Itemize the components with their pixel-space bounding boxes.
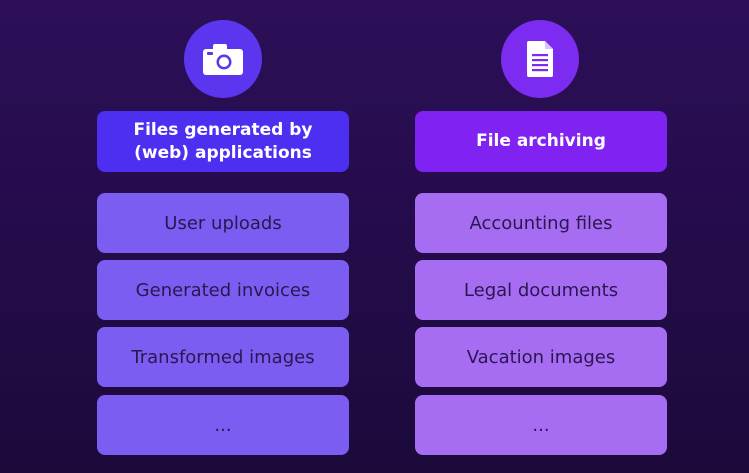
list-item: User uploads <box>97 193 349 253</box>
list-item: Vacation images <box>415 327 667 387</box>
left-column-header: Files generated by (web) applications <box>97 111 349 172</box>
camera-icon <box>184 20 262 98</box>
right-column-header: File archiving <box>415 111 667 172</box>
list-item: ... <box>415 395 667 455</box>
list-item: ... <box>97 395 349 455</box>
document-icon <box>501 20 579 98</box>
list-item: Transformed images <box>97 327 349 387</box>
list-item: Legal documents <box>415 260 667 320</box>
list-item: Generated invoices <box>97 260 349 320</box>
list-item: Accounting files <box>415 193 667 253</box>
